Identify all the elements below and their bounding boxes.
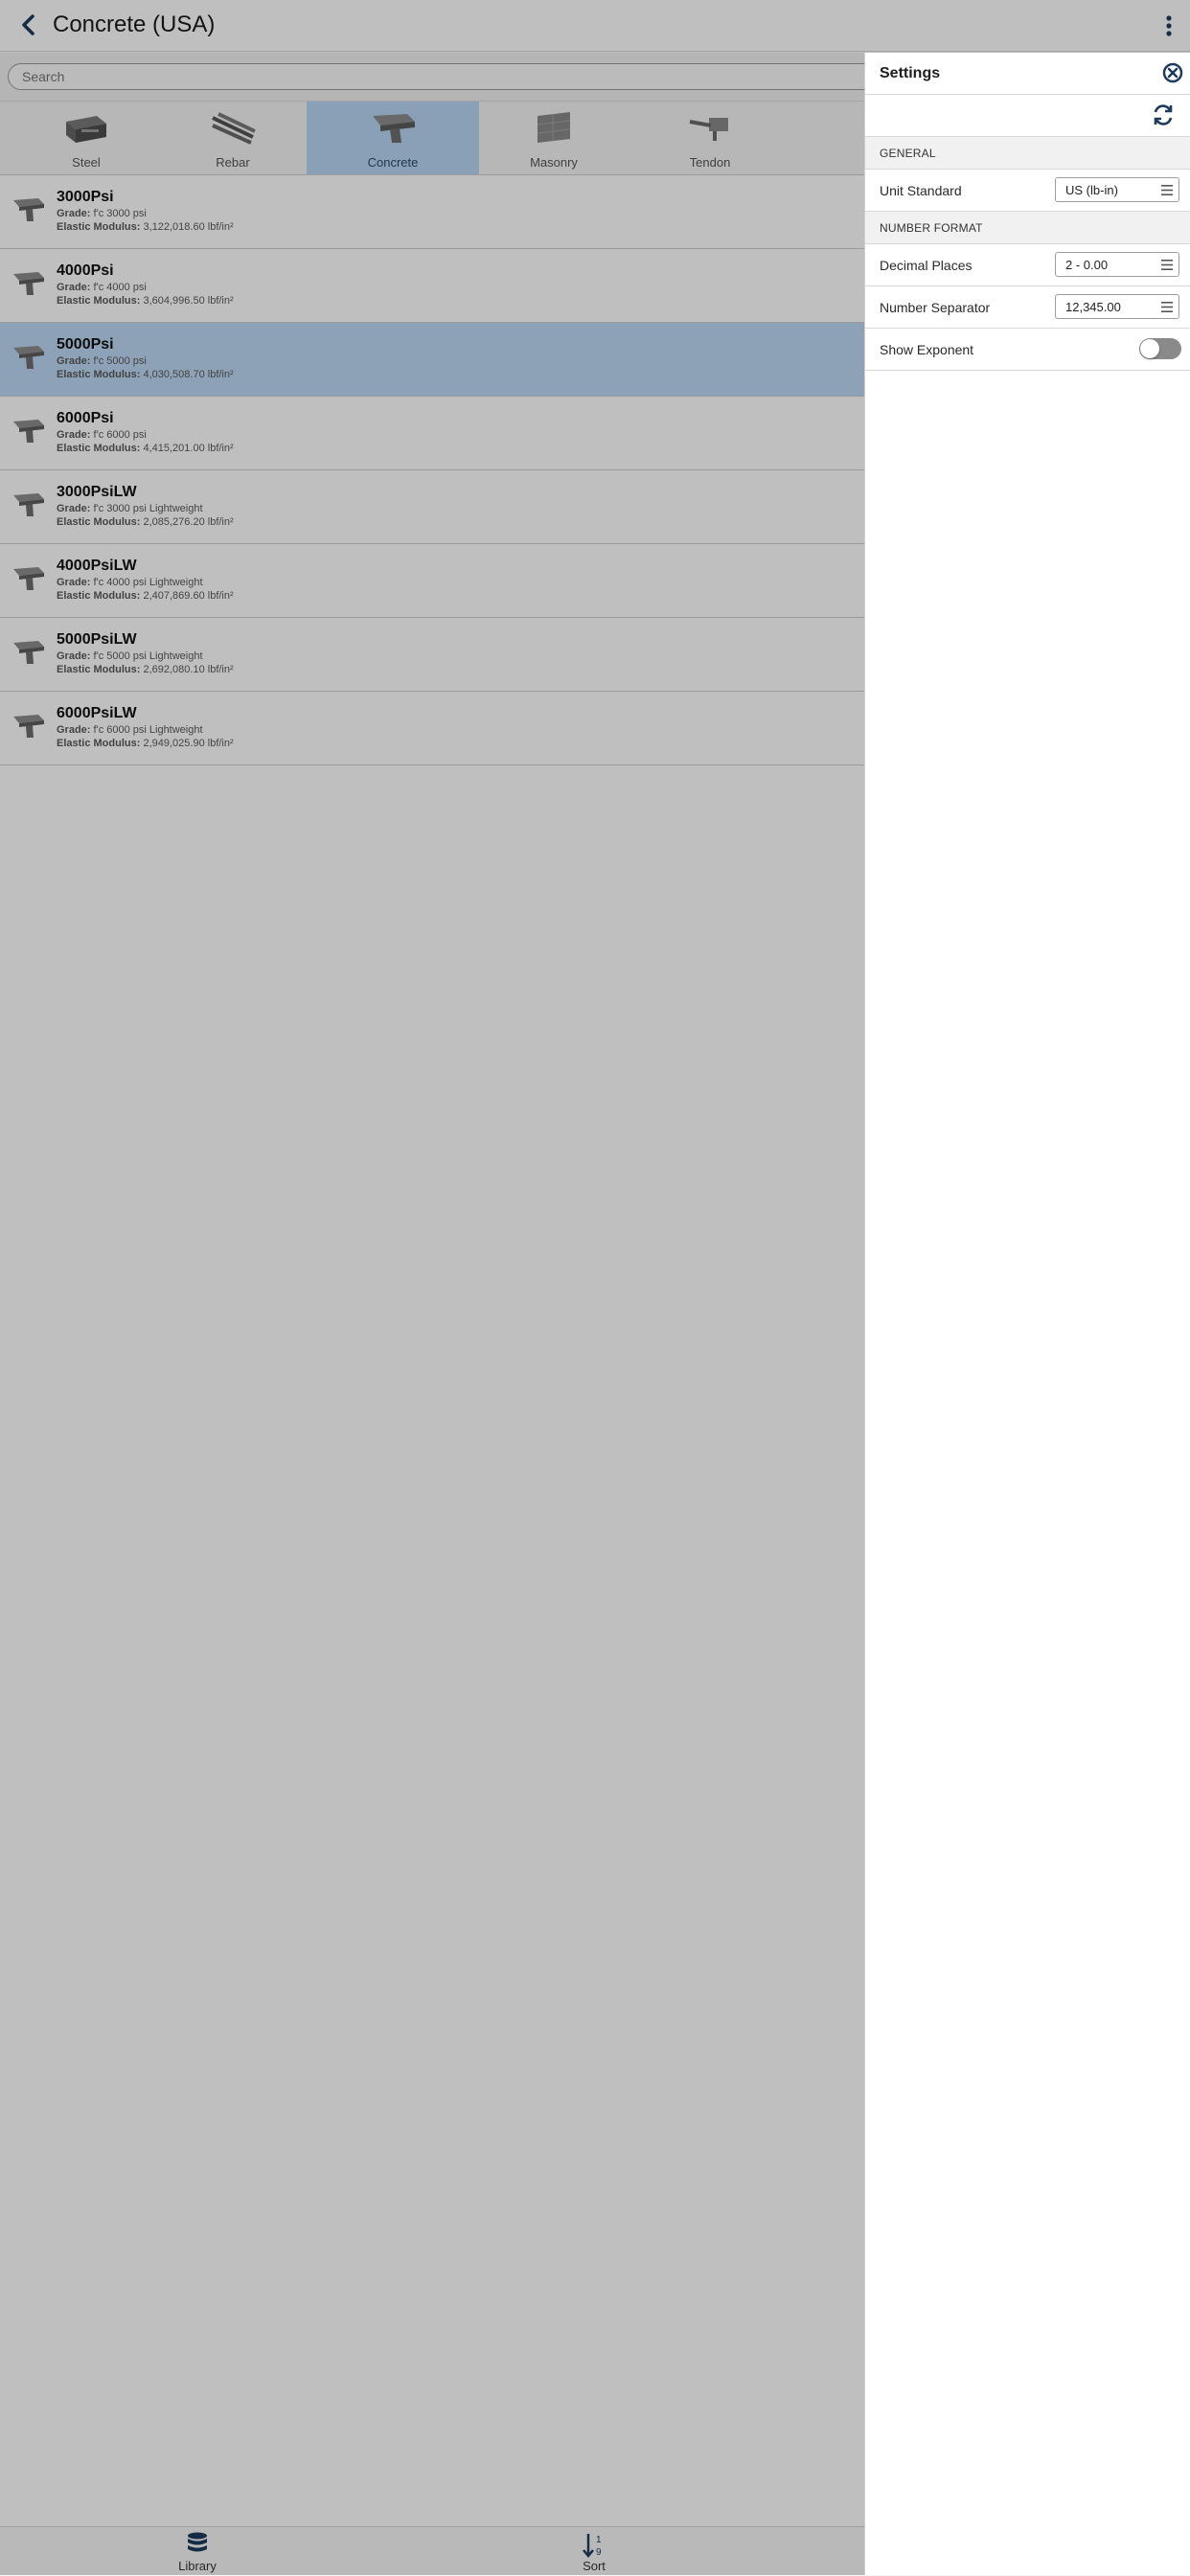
menu-lines-icon [1161,260,1173,270]
number-separator-row: Number Separator 12,345.00 [865,286,1190,329]
setting-label: Unit Standard [880,183,962,198]
show-exponent-row: Show Exponent [865,329,1190,371]
toggle-knob [1140,339,1159,358]
setting-label: Show Exponent [880,342,974,357]
setting-label: Number Separator [880,300,991,315]
select-value: US (lb-in) [1065,183,1118,197]
unit-standard-select[interactable]: US (lb-in) [1055,177,1179,202]
section-title: NUMBER FORMAT [880,221,983,235]
settings-toolbar [865,95,1190,137]
show-exponent-toggle[interactable] [1139,338,1181,359]
settings-header: Settings [865,53,1190,95]
close-circle-icon[interactable] [1162,62,1183,83]
decimal-places-row: Decimal Places 2 - 0.00 [865,244,1190,286]
menu-lines-icon [1161,185,1173,195]
section-number-format: NUMBER FORMAT [865,212,1190,244]
section-general: GENERAL [865,137,1190,170]
section-title: GENERAL [880,147,936,160]
refresh-icon[interactable] [1151,103,1176,127]
settings-panel: Settings GENERAL Unit Standard US (lb-in… [864,53,1190,2575]
select-value: 12,345.00 [1065,300,1121,314]
settings-title: Settings [880,65,941,81]
menu-lines-icon [1161,302,1173,312]
select-value: 2 - 0.00 [1065,258,1109,272]
decimal-places-select[interactable]: 2 - 0.00 [1055,252,1179,277]
number-separator-select[interactable]: 12,345.00 [1055,294,1179,319]
setting-label: Decimal Places [880,258,973,273]
unit-standard-row: Unit Standard US (lb-in) [865,170,1190,212]
